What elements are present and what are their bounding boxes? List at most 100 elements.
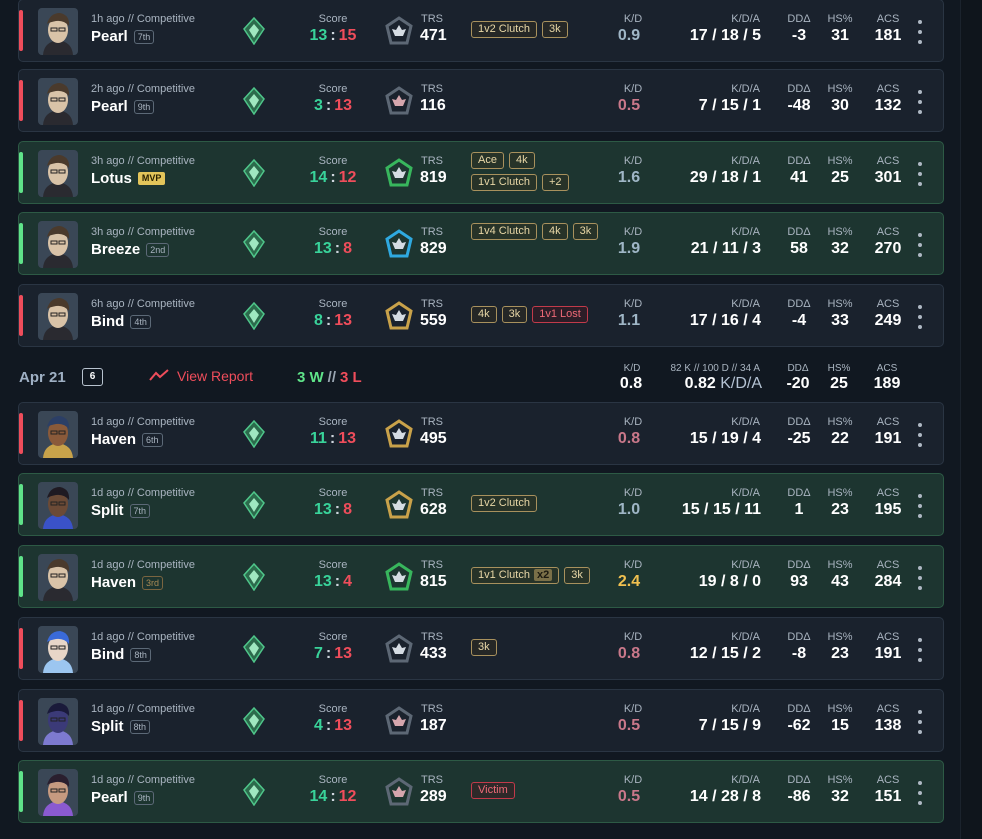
day-dd-caption: DDΔ [787, 363, 809, 374]
day-kda-caption: 82 K // 100 D // 34 A [670, 363, 760, 374]
view-report-button[interactable]: View Report [149, 368, 253, 384]
highlight-badge: 4k [508, 152, 535, 169]
match-score: 3:13 [289, 97, 377, 115]
score-caption: Score [318, 631, 348, 643]
enemy-score: 13 [334, 717, 353, 734]
agent-chamber-icon [38, 8, 78, 55]
score-separator: : [325, 312, 332, 329]
trs-caption: TRS [421, 83, 443, 95]
match-row[interactable]: 1d ago // Competitive Haven 6th Score 11:13 T… [18, 402, 944, 465]
dd-caption: DDΔ [787, 631, 811, 643]
rank-emerald-icon [243, 777, 265, 807]
hs-value: 33 [831, 312, 849, 329]
match-row[interactable]: 1d ago // Competitive Haven 3rd Score 13:4 TR… [18, 545, 944, 608]
highlight-badges: 1v2 Clutch 3k [471, 21, 601, 38]
team-score: 13 [309, 27, 328, 44]
match-score: 13:4 [289, 573, 377, 591]
kd-caption: K/D [623, 703, 643, 715]
more-options-icon[interactable] [915, 305, 925, 329]
placement-badge: 3rd [142, 575, 164, 590]
match-score: 14:12 [289, 788, 377, 806]
kda-value: 7 / 15 / 9 [698, 717, 761, 734]
agent-chamber-icon [38, 78, 78, 125]
kda-value: 17 / 16 / 4 [689, 312, 761, 329]
more-options-icon[interactable] [915, 638, 925, 662]
highlight-badge: 3k [572, 223, 599, 240]
highlight-badges: 3k [471, 639, 601, 656]
kda-value: 21 / 11 / 3 [690, 240, 761, 257]
more-options-icon[interactable] [915, 494, 925, 518]
hs-value: 43 [831, 573, 849, 590]
score-caption: Score [318, 703, 348, 715]
day-kda-unit: K/D/A [720, 375, 762, 392]
highlight-badge-label: 1v1 Clutch [478, 569, 530, 581]
trs-caption: TRS [421, 631, 443, 643]
trs-value: 116 [420, 97, 446, 114]
more-options-icon[interactable] [915, 423, 925, 447]
kd-caption: K/D [623, 13, 643, 25]
more-options-icon[interactable] [915, 781, 925, 805]
match-row[interactable]: 1d ago // Competitive Split 7th Score 13:8 TR… [18, 473, 944, 536]
more-options-icon[interactable] [915, 566, 925, 590]
score-separator: : [334, 573, 341, 590]
match-row[interactable]: 1d ago // Competitive Pearl 9th Score 14:12 T… [18, 760, 944, 823]
page-scrollbar[interactable] [960, 0, 982, 839]
match-row[interactable]: 3h ago // Competitive Breeze 2nd Score 13:8 T… [18, 212, 944, 275]
hs-value: 25 [831, 169, 849, 186]
enemy-score: 13 [334, 97, 353, 114]
kd-value: 1.6 [617, 169, 641, 186]
match-row[interactable]: 1d ago // Competitive Split 8th Score 4:13 TR… [18, 689, 944, 752]
more-options-icon[interactable] [915, 162, 925, 186]
placement-badge: 8th [129, 719, 151, 734]
acs-caption: ACS [876, 13, 900, 25]
acs-caption: ACS [876, 559, 900, 571]
trs-rank-icon-gold [385, 419, 413, 449]
more-options-icon[interactable] [915, 233, 925, 257]
hs-caption: HS% [827, 774, 853, 786]
map-name-group: Haven 6th [91, 431, 163, 448]
more-options-icon[interactable] [915, 90, 925, 114]
kd-caption: K/D [623, 298, 643, 310]
trend-chart-icon [149, 368, 169, 384]
day-kd-value: 0.8 [619, 375, 643, 392]
team-score: 4 [313, 717, 323, 734]
rank-emerald-icon [243, 634, 265, 664]
match-row[interactable]: 2h ago // Competitive Pearl 9th Score 3:13 TR… [18, 69, 944, 132]
acs-caption: ACS [876, 631, 900, 643]
match-row[interactable]: 3h ago // Competitive Lotus MVP Score 14:12 T… [18, 141, 944, 204]
team-score: 13 [313, 240, 332, 257]
match-score: 11:13 [289, 430, 377, 448]
more-options-icon[interactable] [915, 20, 925, 44]
enemy-score: 8 [343, 501, 353, 518]
result-accent-bar [19, 413, 23, 454]
highlight-badge: 1v2 Clutch [471, 21, 537, 38]
dd-caption: DDΔ [787, 703, 811, 715]
next-day-header-partial [18, 830, 944, 839]
placement-badge: 2nd [146, 242, 170, 257]
match-row[interactable]: 6h ago // Competitive Bind 4th Score 8:13 TRS… [18, 284, 944, 347]
day-acs-caption: ACS [876, 363, 898, 374]
acs-value: 191 [874, 645, 902, 662]
trs-caption: TRS [421, 416, 443, 428]
more-options-icon[interactable] [915, 710, 925, 734]
kd-value: 0.5 [617, 717, 641, 734]
match-row[interactable]: 1d ago // Competitive Bind 8th Score 7:13 TRS… [18, 617, 944, 680]
day-losses: 3 L [340, 369, 362, 386]
kd-caption: K/D [623, 416, 643, 428]
map-name: Pearl [91, 789, 128, 806]
match-time: 1d ago // Competitive [91, 416, 195, 428]
trs-rank-icon-green [385, 562, 413, 592]
match-row[interactable]: 1h ago // Competitive Pearl 7th Score 13:15 T… [18, 0, 944, 62]
highlight-badges: 1v2 Clutch [471, 495, 601, 512]
match-score: 7:13 [289, 645, 377, 663]
trs-value: 471 [420, 27, 447, 44]
hs-caption: HS% [827, 13, 853, 25]
highlight-badge: 4k [471, 306, 497, 323]
hs-caption: HS% [827, 487, 853, 499]
agent-chamber-icon [38, 150, 78, 197]
trs-rank-icon-pink [385, 86, 413, 116]
hs-value: 30 [831, 97, 849, 114]
acs-value: 270 [874, 240, 902, 257]
map-name-group: Pearl 7th [91, 28, 155, 45]
hs-caption: HS% [827, 703, 853, 715]
